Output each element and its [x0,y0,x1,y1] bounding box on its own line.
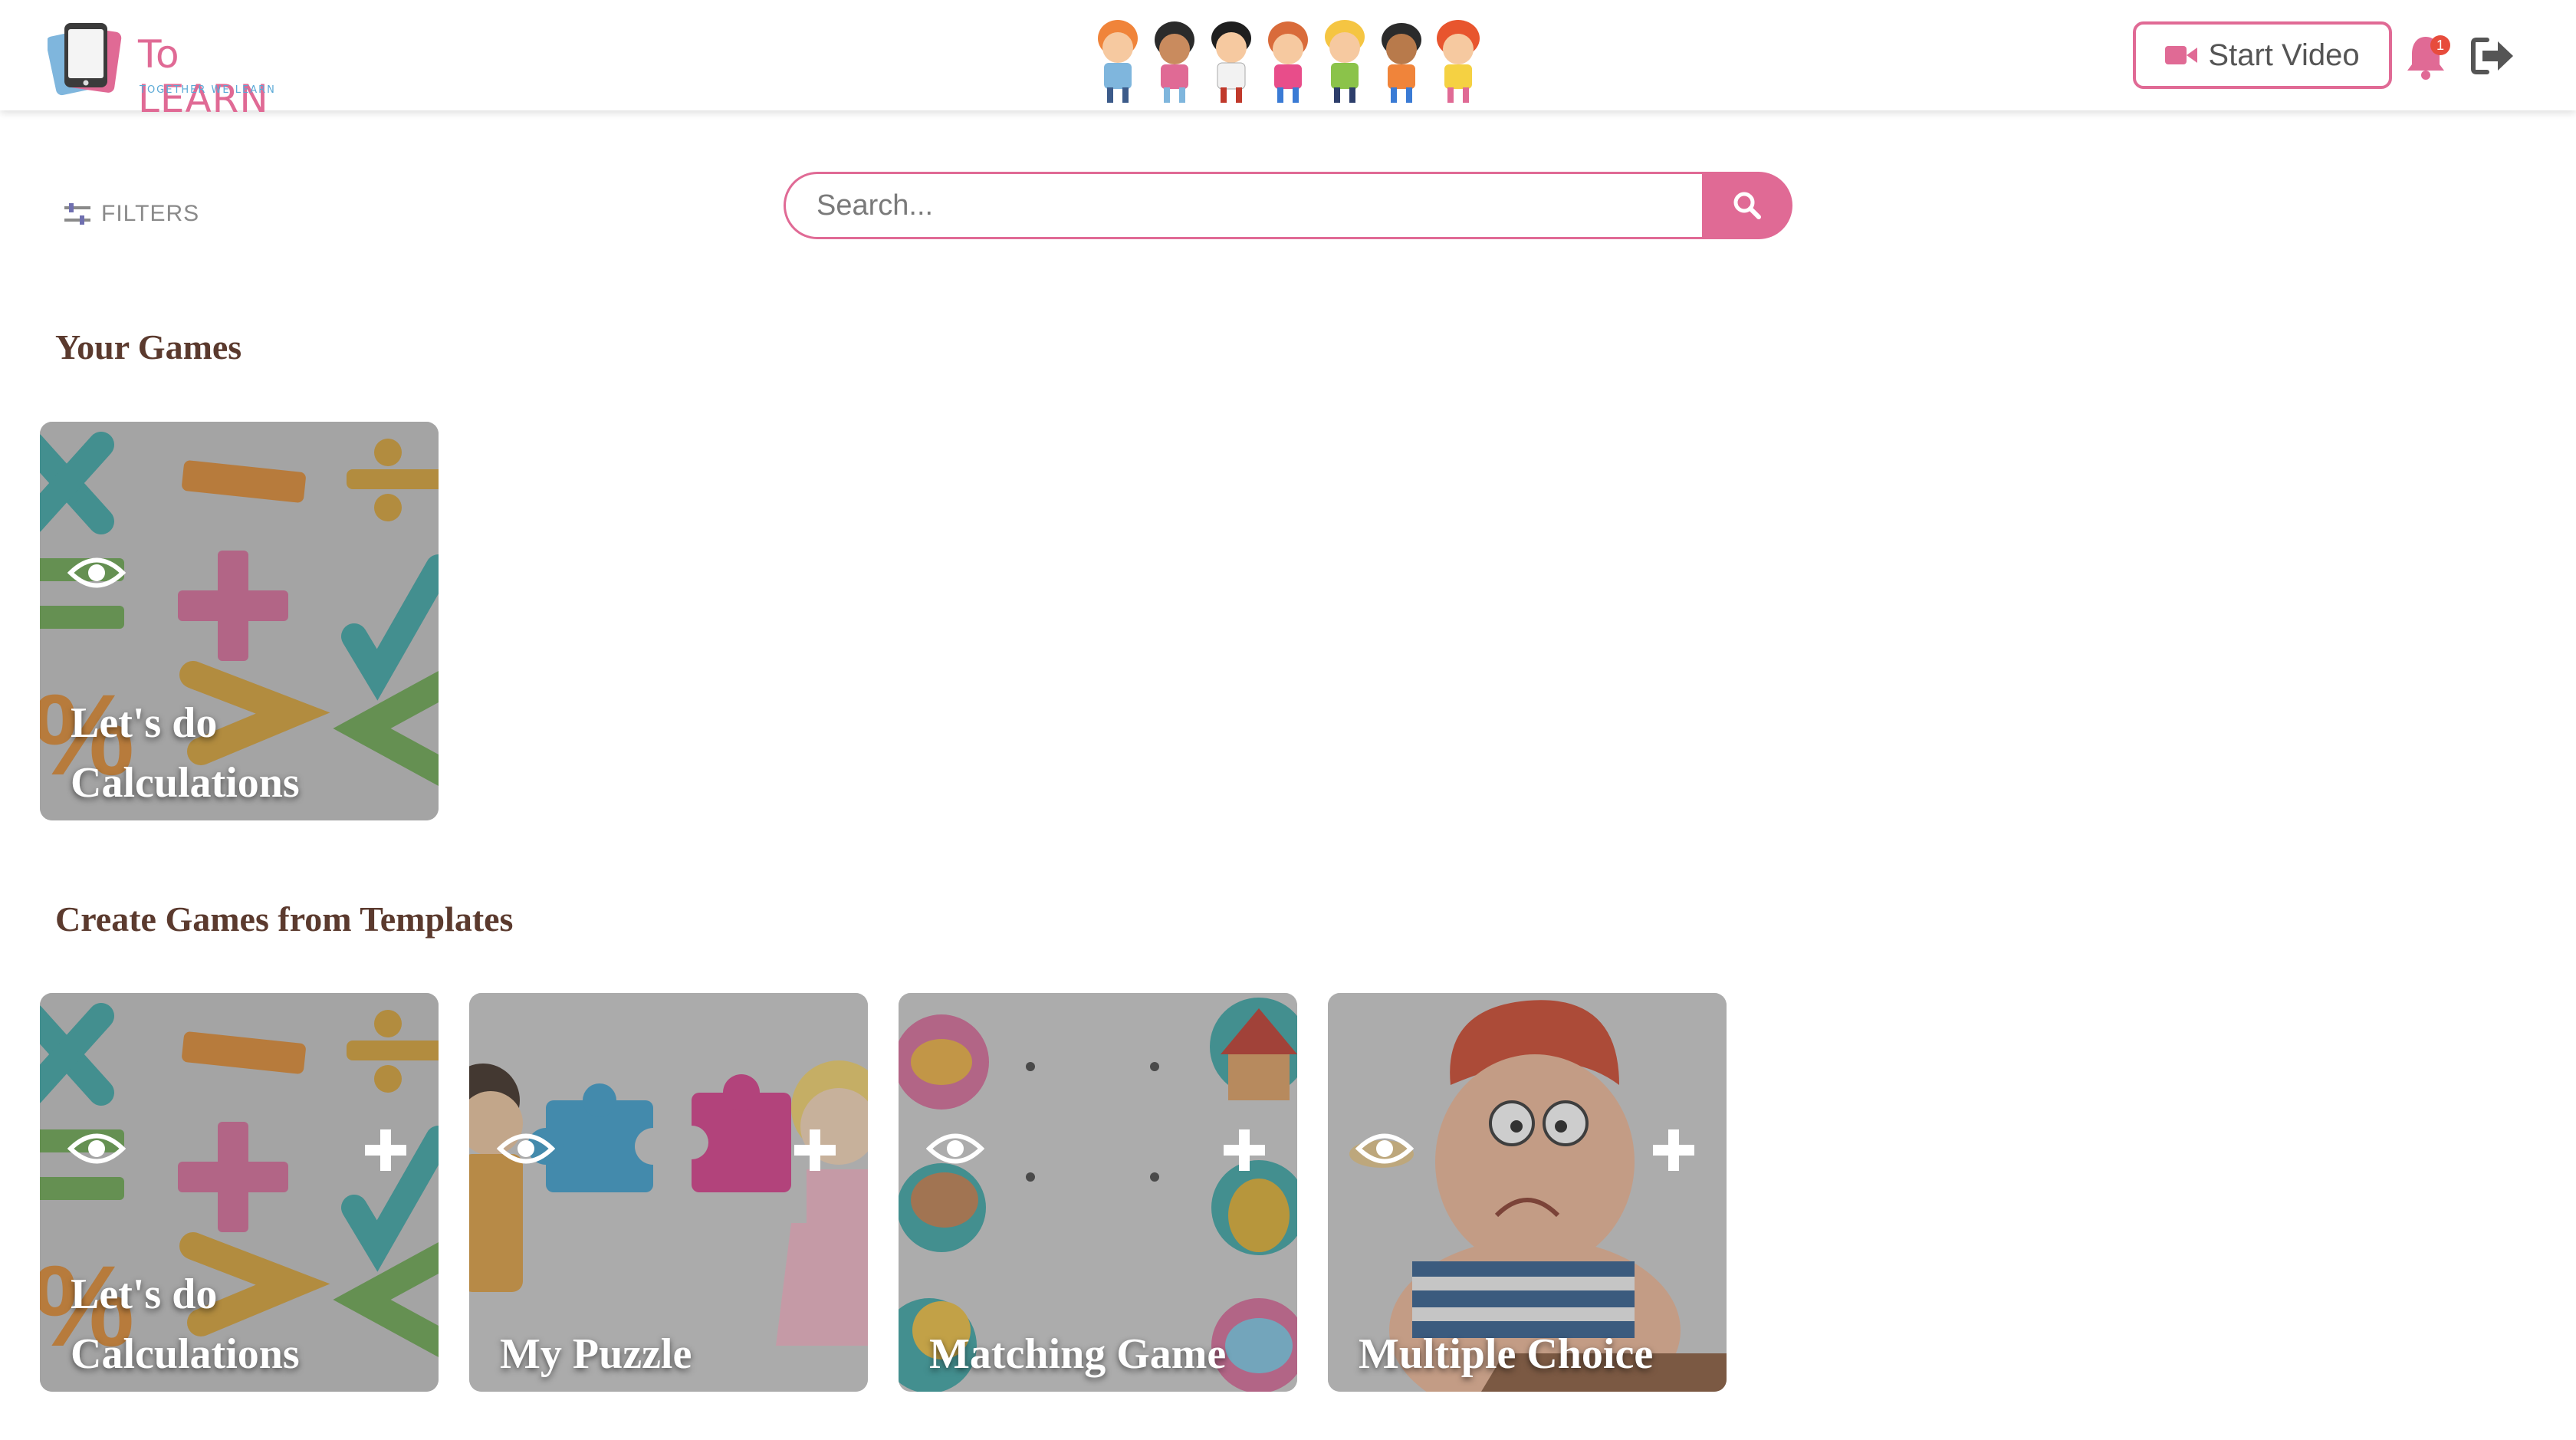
logo-tagline: TOGETHER WE LEARN [140,84,276,96]
template-card-title: My Puzzle [500,1330,692,1378]
template-card-matching[interactable]: Matching Game [899,993,1297,1392]
eye-icon[interactable] [67,554,126,592]
app-logo[interactable]: To LEARN TOGETHER WE LEARN [46,17,278,121]
logout-icon[interactable] [2470,35,2515,77]
eye-icon[interactable] [67,1129,126,1168]
search-bar [784,172,1792,239]
template-card-multiple-choice[interactable]: Multiple Choice [1328,993,1727,1392]
tablet-logo-icon [46,23,122,96]
plus-icon[interactable] [791,1126,839,1174]
template-card-title: Let's do Calculations [71,1271,300,1378]
video-camera-icon [2165,46,2198,64]
your-games-heading: Your Games [55,327,242,367]
start-video-button[interactable]: Start Video [2133,21,2392,89]
template-card-title: Multiple Choice [1359,1330,1654,1378]
eye-icon[interactable] [497,1129,555,1168]
eye-icon[interactable] [1355,1129,1414,1168]
template-card-puzzle[interactable]: My Puzzle [469,993,868,1392]
template-card-title: Matching Game [929,1330,1227,1378]
search-button[interactable] [1702,172,1792,239]
plus-icon[interactable] [1650,1126,1697,1174]
templates-heading: Create Games from Templates [55,899,514,939]
filters-label: FILTERS [101,201,200,226]
plus-icon[interactable] [1221,1126,1268,1174]
children-illustration [1098,20,1480,103]
search-input[interactable] [784,172,1704,239]
sliders-icon [64,203,90,225]
logo-text: To LEARN [138,32,269,121]
game-card-title: Let's do Calculations [71,699,300,807]
top-navigation-bar: To LEARN TOGETHER WE LEARN Start Video 1 [0,0,2576,121]
template-card-calculations[interactable]: % Let's do Calculations [40,993,439,1392]
eye-icon[interactable] [926,1129,984,1168]
filters-toggle[interactable]: FILTERS [64,201,199,227]
plus-icon[interactable] [362,1126,409,1174]
start-video-label: Start Video [2208,38,2360,72]
game-card-your-calculations[interactable]: % Let's do Calculations [40,422,439,820]
notification-badge: 1 [2430,35,2450,55]
search-icon [1733,192,1761,219]
